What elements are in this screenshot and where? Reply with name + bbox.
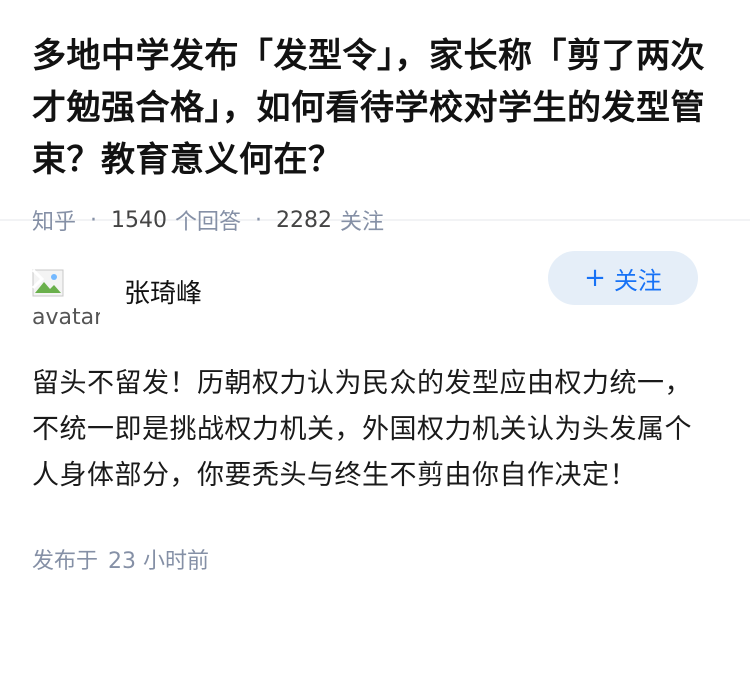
follow-button-label: 关注 — [613, 266, 662, 295]
published-label: 发布于 — [32, 549, 99, 574]
question-header: 多地中学发布「发型令」，家长称「剪了两次才勉强合格」，如何看待学校对学生的发型管… — [0, 0, 750, 235]
broken-image-icon — [32, 269, 64, 297]
answer-content: 留头不留发！历朝权力认为民众的发型应由权力统一，不统一即是挑战权力机关，外国权力… — [32, 368, 692, 491]
source-label[interactable]: 知乎 — [32, 204, 76, 236]
question-meta: 知乎 · 1540 个回答 · 2282 关注 — [32, 204, 718, 236]
answer-footer: 发布于 23 小时前 — [32, 543, 718, 575]
author-name[interactable]: 张琦峰 — [124, 273, 202, 310]
followers-label: 关注 — [340, 210, 385, 235]
question-title[interactable]: 多地中学发布「发型令」，家长称「剪了两次才勉强合格」，如何看待学校对学生的发型管… — [32, 30, 718, 186]
answers-label: 个回答 — [175, 210, 242, 235]
published-time: 23 小时前 — [108, 549, 210, 574]
author-row: avatar 张琦峰 + 关注 — [32, 251, 718, 355]
meta-separator: · — [255, 207, 263, 233]
avatar-alt-text: avatar — [32, 305, 100, 330]
answer-card: avatar 张琦峰 + 关注 留头不留发！历朝权力认为民众的发型应由权力统一，… — [0, 251, 750, 575]
zhihu-answer-page: 多地中学发布「发型令」，家长称「剪了两次才勉强合格」，如何看待学校对学生的发型管… — [0, 0, 750, 678]
follow-button[interactable]: + 关注 — [548, 251, 698, 305]
answers-count: 1540 — [111, 207, 168, 233]
avatar[interactable]: avatar — [32, 269, 100, 337]
plus-icon: + — [584, 263, 606, 293]
followers-count: 2282 — [276, 207, 333, 233]
meta-separator: · — [90, 207, 98, 233]
